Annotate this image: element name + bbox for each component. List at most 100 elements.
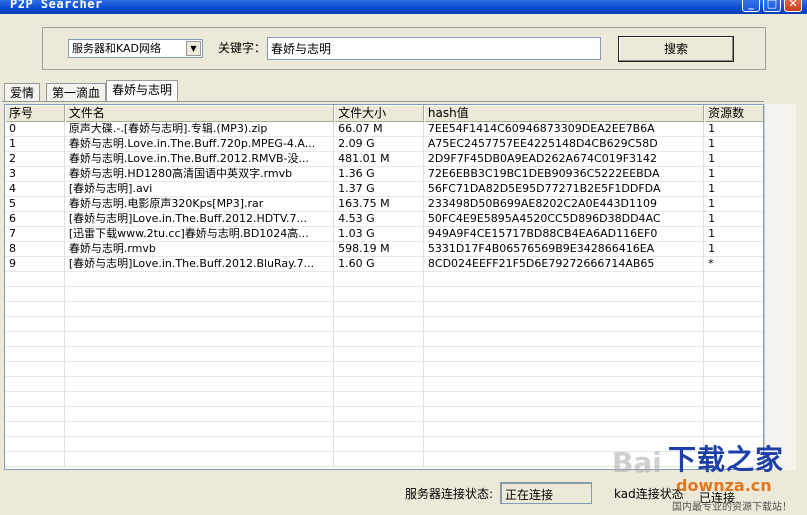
table-row-empty bbox=[5, 377, 763, 392]
close-button[interactable]: ✕ bbox=[784, 0, 802, 12]
empty-cell bbox=[424, 362, 705, 377]
cell-filename: [春娇与志明].avi bbox=[65, 182, 335, 197]
table-row[interactable]: 4 [春娇与志明].avi 1.37 G 56FC71DA82D5E95D77271B… bbox=[5, 182, 763, 197]
empty-cell bbox=[334, 347, 424, 362]
site-slogan: 国内最专业的资源下载站！ bbox=[672, 502, 792, 513]
empty-cell bbox=[704, 287, 763, 302]
cell-hash: 50FC4E9E5895A4520CC5D896D38DD4AC bbox=[424, 212, 705, 227]
empty-cell bbox=[704, 332, 763, 347]
cell-index: 5 bbox=[5, 197, 65, 212]
results-table[interactable]: 序号 文件名 文件大小 hash值 资源数 0 原声大碟.-.[春娇与志明].专辑… bbox=[4, 104, 764, 470]
empty-cell bbox=[424, 287, 705, 302]
table-row[interactable]: 5 春娇与志明.电影原声320Kps[MP3].rar 163.75 M 233498… bbox=[5, 197, 763, 212]
title-bar: P2P Searcher _ □ ✕ bbox=[0, 0, 807, 14]
cell-sources: 1 bbox=[708, 197, 716, 210]
cell-filename: 春娇与志明.Love.in.The.Buff.720p.MPEG-4.A... bbox=[65, 137, 335, 152]
table-row[interactable]: 6 [春娇与志明]Love.in.The.Buff.2012.HDTV.7... 4… bbox=[5, 212, 763, 227]
cell-index: 3 bbox=[5, 167, 65, 182]
cell-size: 1.36 G bbox=[334, 167, 424, 182]
empty-cell bbox=[334, 332, 424, 347]
cell-filename: [春娇与志明]Love.in.The.Buff.2012.HDTV.7... bbox=[65, 212, 335, 227]
table-row-empty bbox=[5, 347, 763, 362]
cell-index: 9 bbox=[5, 257, 65, 272]
cell-sources: 1 bbox=[708, 212, 716, 225]
cell-index: 1 bbox=[5, 137, 65, 152]
table-row[interactable]: 9 [春娇与志明]Love.in.The.Buff.2012.BluRay.7..… bbox=[5, 257, 763, 272]
column-header-sources[interactable]: 资源数 bbox=[704, 105, 763, 122]
empty-cell bbox=[5, 302, 65, 317]
tab-pane-border bbox=[2, 101, 764, 103]
empty-cell bbox=[5, 287, 65, 302]
table-row[interactable]: 3 春娇与志明.HD1280高清国语中英双字.rmvb 1.36 G 72E6EBB3… bbox=[5, 167, 763, 182]
table-row-empty bbox=[5, 362, 763, 377]
table-row[interactable]: 2 春娇与志明.Love.in.The.Buff.2012.RMVB-没... 48… bbox=[5, 152, 763, 167]
minimize-button[interactable]: _ bbox=[742, 0, 760, 12]
keyword-input[interactable]: 春娇与志明 bbox=[267, 37, 601, 60]
table-row-empty bbox=[5, 392, 763, 407]
cell-filename: 原声大碟.-.[春娇与志明].专辑.(MP3).zip bbox=[65, 122, 335, 137]
column-header-index[interactable]: 序号 bbox=[5, 105, 65, 122]
cell-hash: 2D9F7F45DB0A9EAD262A674C019F3142 bbox=[424, 152, 705, 167]
empty-cell bbox=[5, 317, 65, 332]
table-body: 0 原声大碟.-.[春娇与志明].专辑.(MP3).zip 66.07 M 7EE54… bbox=[5, 122, 763, 467]
empty-cell bbox=[65, 272, 335, 287]
cell-filename: 春娇与志明.电影原声320Kps[MP3].rar bbox=[65, 197, 335, 212]
empty-cell bbox=[65, 302, 335, 317]
empty-cell bbox=[5, 392, 65, 407]
cell-sources: 1 bbox=[708, 167, 716, 180]
cell-hash: 8CD024EEFF21F5D6E79272666714AB65 bbox=[424, 257, 705, 272]
table-header: 序号 文件名 文件大小 hash值 资源数 bbox=[5, 105, 763, 122]
empty-cell bbox=[65, 287, 335, 302]
empty-cell bbox=[424, 407, 705, 422]
table-row-empty bbox=[5, 302, 763, 317]
empty-cell bbox=[424, 302, 705, 317]
column-header-filename[interactable]: 文件名 bbox=[65, 105, 335, 122]
empty-cell bbox=[334, 287, 424, 302]
tab-chunjiao[interactable]: 春娇与志明 bbox=[106, 80, 179, 102]
cell-size: 481.01 M bbox=[334, 152, 424, 167]
cell-hash: 56FC71DA82D5E95D77271B2E5F1DDFDA bbox=[424, 182, 705, 197]
tab-aiqing[interactable]: 爱情 bbox=[4, 83, 41, 102]
window-title: P2P Searcher bbox=[10, 0, 103, 11]
empty-cell bbox=[704, 422, 763, 437]
table-row-empty bbox=[5, 407, 763, 422]
empty-cell bbox=[424, 332, 705, 347]
chevron-down-icon[interactable]: ▼ bbox=[186, 41, 201, 56]
empty-cell bbox=[334, 377, 424, 392]
empty-cell bbox=[424, 272, 705, 287]
empty-cell bbox=[334, 272, 424, 287]
cell-size: 66.07 M bbox=[334, 122, 424, 137]
table-row[interactable]: 1 春娇与志明.Love.in.The.Buff.720p.MPEG-4.A...… bbox=[5, 137, 763, 152]
table-row-empty bbox=[5, 332, 763, 347]
empty-cell bbox=[334, 452, 424, 467]
network-select[interactable]: 服务器和KAD网络 ▼ bbox=[68, 39, 203, 58]
empty-cell bbox=[704, 407, 763, 422]
cell-size: 1.37 G bbox=[334, 182, 424, 197]
empty-cell bbox=[65, 392, 335, 407]
column-header-hash[interactable]: hash值 bbox=[424, 105, 705, 122]
empty-cell bbox=[5, 422, 65, 437]
cell-sources: 1 bbox=[708, 137, 716, 150]
column-header-size[interactable]: 文件大小 bbox=[334, 105, 424, 122]
cell-filename: 春娇与志明.rmvb bbox=[65, 242, 335, 257]
empty-cell bbox=[334, 362, 424, 377]
tab-first-blood[interactable]: 第一滴血 bbox=[46, 83, 107, 102]
empty-cell bbox=[5, 452, 65, 467]
baidu-watermark: Bai bbox=[612, 446, 662, 479]
maximize-button[interactable]: □ bbox=[763, 0, 781, 12]
cell-hash: 5331D17F4B06576569B9E342866416EA bbox=[424, 242, 705, 257]
search-button[interactable]: 搜索 bbox=[618, 36, 734, 62]
cell-index: 2 bbox=[5, 152, 65, 167]
empty-cell bbox=[65, 407, 335, 422]
cell-index: 4 bbox=[5, 182, 65, 197]
empty-cell bbox=[65, 362, 335, 377]
table-row[interactable]: 0 原声大碟.-.[春娇与志明].专辑.(MP3).zip 66.07 M 7EE54… bbox=[5, 122, 763, 137]
keyword-label: 关键字： bbox=[218, 41, 267, 55]
cell-filename: [春娇与志明]Love.in.The.Buff.2012.BluRay.7... bbox=[65, 257, 335, 272]
cell-size: 1.60 G bbox=[334, 257, 424, 272]
table-row[interactable]: 7 [迅雷下载www.2tu.cc]春娇与志明.BD1024高... 1.03 G9… bbox=[5, 227, 763, 242]
empty-cell bbox=[424, 377, 705, 392]
empty-cell bbox=[704, 362, 763, 377]
table-row[interactable]: 8 春娇与志明.rmvb 598.19 M 5331D17F4B06576569B9E… bbox=[5, 242, 763, 257]
cell-size: 2.09 G bbox=[334, 137, 424, 152]
